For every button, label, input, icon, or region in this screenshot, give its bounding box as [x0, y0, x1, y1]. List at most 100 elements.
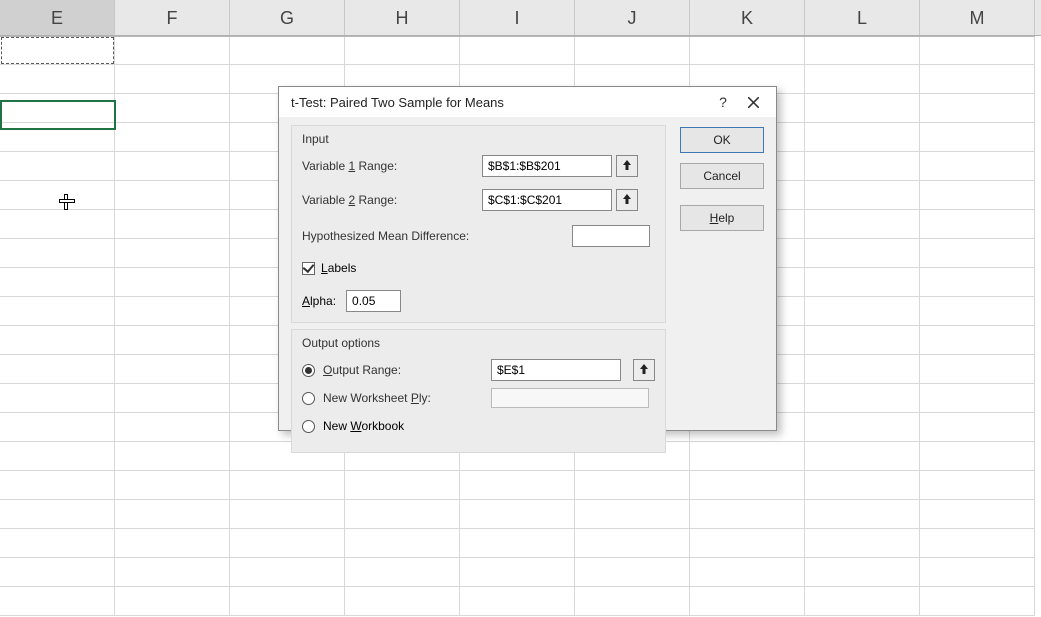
titlebar-help-button[interactable]: ? [708, 87, 738, 117]
cell[interactable] [115, 297, 230, 325]
cell[interactable] [575, 37, 690, 64]
cell[interactable] [0, 297, 115, 325]
cell[interactable] [575, 500, 690, 528]
cell[interactable] [0, 268, 115, 296]
cell[interactable] [115, 210, 230, 238]
cell[interactable] [805, 558, 920, 586]
cell[interactable] [920, 326, 1035, 354]
cell[interactable] [805, 65, 920, 93]
cell[interactable] [805, 152, 920, 180]
cell[interactable] [115, 123, 230, 151]
column-header-K[interactable]: K [690, 0, 805, 35]
cell[interactable] [115, 558, 230, 586]
cell[interactable] [115, 268, 230, 296]
var1-range-picker-button[interactable] [616, 155, 638, 177]
cell[interactable] [690, 471, 805, 499]
column-header-I[interactable]: I [460, 0, 575, 35]
cell[interactable] [460, 37, 575, 64]
cell[interactable] [0, 210, 115, 238]
cell[interactable] [460, 500, 575, 528]
var2-range-input[interactable] [482, 189, 612, 211]
cell[interactable] [115, 413, 230, 441]
cell[interactable] [0, 587, 115, 615]
cell[interactable] [575, 558, 690, 586]
cell[interactable] [115, 587, 230, 615]
cell[interactable] [805, 297, 920, 325]
cell[interactable] [805, 471, 920, 499]
cell[interactable] [115, 181, 230, 209]
cell[interactable] [575, 587, 690, 615]
output-range-input[interactable] [491, 359, 621, 381]
ok-button[interactable]: OK [680, 127, 764, 153]
cell[interactable] [805, 500, 920, 528]
cell[interactable] [920, 123, 1035, 151]
cell[interactable] [805, 123, 920, 151]
cell[interactable] [115, 239, 230, 267]
cell[interactable] [805, 37, 920, 64]
cancel-button[interactable]: Cancel [680, 163, 764, 189]
cell[interactable] [0, 181, 115, 209]
cell[interactable] [920, 239, 1035, 267]
cell[interactable] [115, 355, 230, 383]
cell[interactable] [575, 529, 690, 557]
cell[interactable] [920, 384, 1035, 412]
cell[interactable] [805, 384, 920, 412]
cell[interactable] [460, 558, 575, 586]
cell[interactable] [920, 558, 1035, 586]
column-header-E[interactable]: E [0, 0, 115, 35]
cell[interactable] [690, 529, 805, 557]
cell[interactable] [0, 152, 115, 180]
output-range-picker-button[interactable] [633, 359, 655, 381]
cell[interactable] [0, 239, 115, 267]
cell[interactable] [690, 558, 805, 586]
cell[interactable] [920, 529, 1035, 557]
cell[interactable] [805, 355, 920, 383]
cell[interactable] [230, 587, 345, 615]
cell[interactable] [920, 500, 1035, 528]
cell[interactable] [920, 587, 1035, 615]
column-header-F[interactable]: F [115, 0, 230, 35]
cell[interactable] [920, 442, 1035, 470]
labels-checkbox[interactable] [302, 262, 315, 275]
cell[interactable] [920, 94, 1035, 122]
cell[interactable] [805, 239, 920, 267]
help-button[interactable]: Help [680, 205, 764, 231]
cell[interactable] [115, 500, 230, 528]
cell[interactable] [460, 471, 575, 499]
cell[interactable] [345, 471, 460, 499]
cell[interactable] [920, 268, 1035, 296]
cell[interactable] [920, 152, 1035, 180]
cell[interactable] [345, 587, 460, 615]
hypo-mean-diff-input[interactable] [572, 225, 650, 247]
cell[interactable] [0, 558, 115, 586]
cell[interactable] [115, 65, 230, 93]
cell[interactable] [805, 413, 920, 441]
column-header-H[interactable]: H [345, 0, 460, 35]
cell[interactable] [690, 37, 805, 64]
new-worksheet-radio[interactable] [302, 392, 315, 405]
cell[interactable] [0, 442, 115, 470]
cell[interactable] [0, 413, 115, 441]
cell[interactable] [920, 65, 1035, 93]
cell[interactable] [460, 587, 575, 615]
cell[interactable] [920, 413, 1035, 441]
cell[interactable] [230, 529, 345, 557]
cell[interactable] [0, 471, 115, 499]
cell[interactable] [115, 326, 230, 354]
cell[interactable] [115, 384, 230, 412]
cell[interactable] [0, 384, 115, 412]
column-header-L[interactable]: L [805, 0, 920, 35]
cell[interactable] [805, 587, 920, 615]
new-workbook-radio[interactable] [302, 420, 315, 433]
cell[interactable] [805, 326, 920, 354]
cell[interactable] [115, 152, 230, 180]
cell[interactable] [805, 181, 920, 209]
cell[interactable] [575, 471, 690, 499]
var2-range-picker-button[interactable] [616, 189, 638, 211]
cell[interactable] [115, 37, 230, 64]
cell[interactable] [115, 529, 230, 557]
cell[interactable] [805, 529, 920, 557]
cell[interactable] [345, 37, 460, 64]
cell[interactable] [345, 529, 460, 557]
alpha-input[interactable] [346, 290, 401, 312]
